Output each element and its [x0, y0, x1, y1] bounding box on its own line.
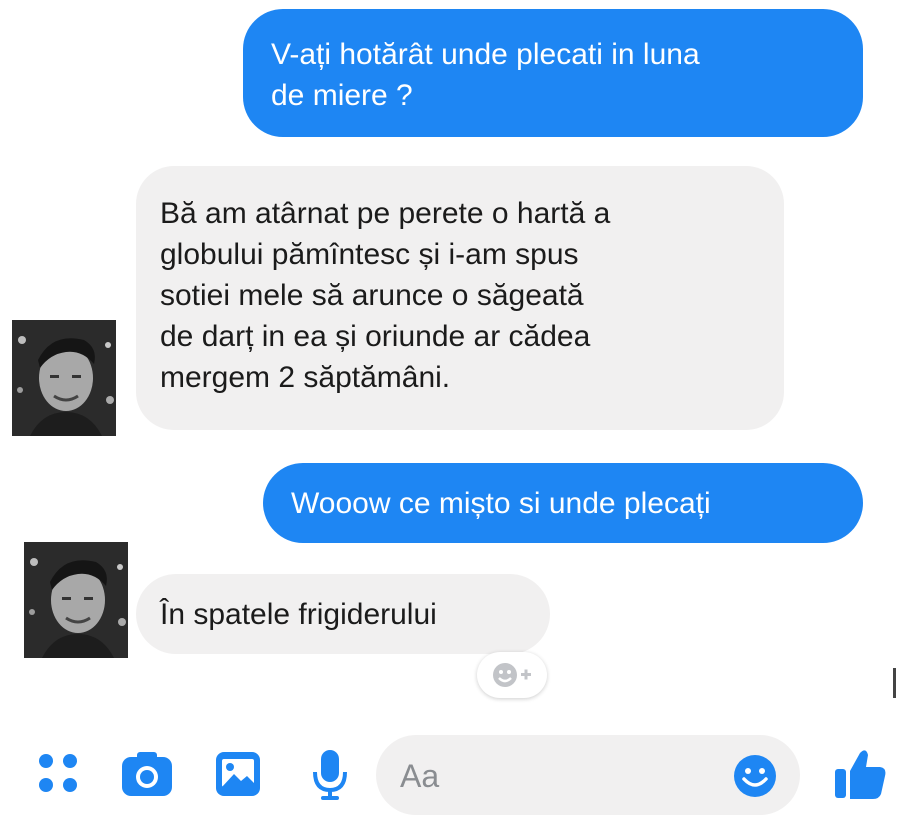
camera-button[interactable] [120, 750, 174, 798]
thumbs-up-icon [835, 750, 886, 799]
avatar[interactable] [12, 320, 116, 436]
more-apps-button[interactable] [36, 751, 80, 795]
more-apps-icon [39, 754, 77, 792]
profile-photo [12, 320, 116, 436]
outgoing-message[interactable]: Wooow ce mișto si unde plecați [263, 463, 863, 543]
message-text: V-ați hotărât unde plecati in luna de mi… [271, 38, 700, 112]
microphone-icon [313, 750, 347, 800]
thumbs-up-button[interactable] [832, 745, 888, 801]
avatar[interactable] [24, 542, 128, 658]
profile-photo [24, 542, 128, 658]
add-reaction-button[interactable] [477, 652, 547, 698]
camera-icon [122, 752, 172, 796]
emoji-icon [734, 755, 776, 797]
incoming-message[interactable]: Bă am atârnat pe perete o hartă a globul… [136, 166, 784, 430]
add-reaction-icon [493, 663, 531, 687]
microphone-button[interactable] [310, 748, 350, 802]
message-text: Wooow ce mișto si unde plecați [291, 487, 711, 520]
message-text: Bă am atârnat pe perete o hartă a globul… [160, 197, 611, 394]
message-input[interactable] [398, 755, 702, 797]
incoming-message[interactable]: În spatele frigiderului [136, 574, 550, 654]
message-composer[interactable] [376, 735, 800, 815]
message-text: În spatele frigiderului [160, 598, 437, 631]
emoji-button[interactable] [732, 753, 778, 799]
gallery-icon [216, 752, 260, 796]
outgoing-message[interactable]: V-ați hotărât unde plecati in luna de mi… [243, 9, 863, 137]
gallery-button[interactable] [214, 750, 262, 798]
divider [893, 668, 896, 698]
